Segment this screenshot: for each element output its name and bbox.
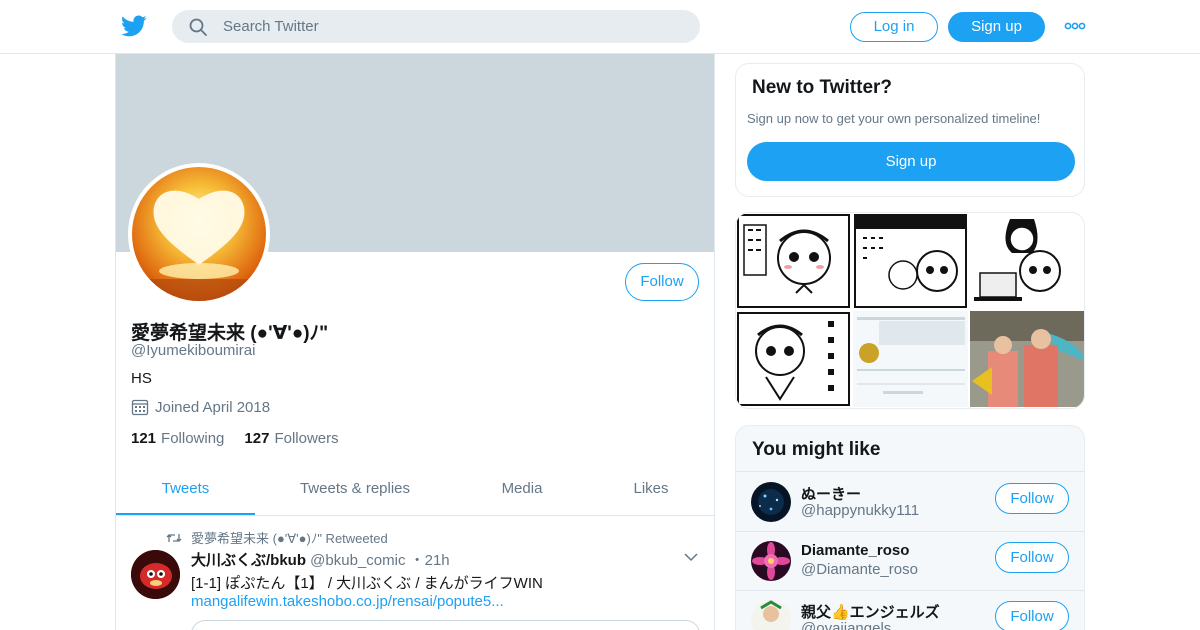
you-might-like-panel: You might like ぬーきー @happynukky111 Follo… — [735, 425, 1085, 630]
suggested-user[interactable]: 親父👍エンジェルズ @oyajiangels Follow — [736, 590, 1084, 630]
profile-column: Follow 愛夢希望未来 (●'∀'●)ﾉ" @Iyumekiboumirai… — [115, 54, 715, 630]
suggested-user[interactable]: ぬーきー @happynukky111 Follow — [736, 472, 1084, 531]
calendar-icon — [131, 399, 149, 416]
retweet-indicator: 愛夢希望未来 (●'∀'●)ﾉ" Retweeted — [166, 528, 388, 547]
search-input[interactable]: Search Twitter — [172, 10, 700, 43]
follow-button[interactable]: Follow — [625, 263, 699, 301]
more-dots-icon[interactable] — [1064, 20, 1086, 32]
new-to-twitter-title: New to Twitter? — [752, 77, 893, 98]
tab-tweets[interactable]: Tweets — [116, 467, 255, 515]
tab-likes[interactable]: Likes — [616, 467, 686, 515]
login-button[interactable]: Log in — [850, 12, 938, 42]
suggested-user-handle[interactable]: @Diamante_roso — [801, 561, 918, 578]
suggested-user[interactable]: Diamante_roso @Diamante_roso Follow — [736, 531, 1084, 590]
profile-tabs: Tweets Tweets & replies Media Likes — [116, 467, 714, 516]
twitter-bird-icon[interactable] — [120, 13, 148, 39]
suggested-follow-button[interactable]: Follow — [995, 542, 1069, 573]
followers-label: Followers — [274, 430, 339, 447]
profile-name: 愛夢希望未来 (●'∀'●)ﾉ" — [131, 323, 329, 344]
search-placeholder: Search Twitter — [223, 18, 319, 35]
media-thumb[interactable] — [970, 213, 1084, 309]
followers-stat[interactable]: 127 Followers — [244, 430, 338, 447]
tweet-author-name[interactable]: 大川ぶくぶ/bkub — [191, 552, 306, 569]
suggested-user-name[interactable]: 親父👍エンジェルズ — [801, 601, 940, 622]
new-to-twitter-desc: Sign up now to get your own personalized… — [747, 111, 1041, 126]
suggested-user-handle[interactable]: @oyajiangels — [801, 620, 891, 630]
media-thumb[interactable] — [736, 213, 851, 309]
tab-media[interactable]: Media — [486, 467, 558, 515]
tweet-link-card[interactable] — [191, 620, 700, 630]
tweet-author-handle[interactable]: @bkub_comic — [310, 552, 405, 569]
suggested-follow-button[interactable]: Follow — [995, 483, 1069, 514]
tweet-time[interactable]: ・21h — [410, 552, 450, 569]
following-label: Following — [161, 430, 225, 447]
suggested-user-avatar[interactable] — [751, 600, 791, 630]
suggested-user-avatar[interactable] — [751, 541, 791, 581]
media-thumb[interactable] — [970, 311, 1084, 407]
tweet-author-avatar[interactable] — [131, 550, 180, 599]
suggested-user-name[interactable]: ぬーきー — [801, 483, 861, 504]
suggested-follow-button[interactable]: Follow — [995, 601, 1069, 630]
following-count: 121 — [131, 430, 157, 447]
media-thumb[interactable] — [853, 213, 968, 309]
tweet-link[interactable]: mangalifewin.takeshobo.co.jp/rensai/popu… — [191, 593, 504, 610]
new-to-twitter-card: New to Twitter? Sign up now to get your … — [735, 63, 1085, 197]
suggested-user-name[interactable]: Diamante_roso — [801, 542, 909, 559]
you-might-like-title: You might like — [752, 439, 881, 460]
sidebar-signup-button[interactable]: Sign up — [747, 142, 1075, 181]
profile-joined-date: Joined April 2018 — [131, 398, 270, 416]
joined-text: Joined April 2018 — [155, 398, 271, 416]
profile-bio: HS — [131, 370, 152, 387]
search-icon — [189, 18, 207, 36]
suggested-user-avatar[interactable] — [751, 482, 791, 522]
signup-button[interactable]: Sign up — [948, 12, 1045, 42]
retweet-icon — [166, 533, 182, 542]
tweet-header: 大川ぶくぶ/bkub @bkub_comic ・21h — [191, 549, 450, 570]
retweet-text: 愛夢希望未来 (●'∀'●)ﾉ" Retweeted — [191, 531, 388, 546]
top-nav-bar: Search Twitter Log in Sign up — [0, 0, 1200, 54]
followers-count: 127 — [244, 430, 270, 447]
profile-stats: 121 Following 127 Followers — [131, 430, 359, 447]
tab-tweets-replies[interactable]: Tweets & replies — [281, 467, 429, 515]
media-thumb[interactable] — [853, 311, 968, 407]
tweet-text: [1-1] ぽぷたん【1】 / 大川ぶくぶ / まんがライフWIN — [191, 575, 543, 592]
heart-sunset-image — [132, 167, 266, 301]
following-stat[interactable]: 121 Following — [131, 430, 224, 447]
media-grid — [735, 212, 1085, 409]
profile-avatar[interactable] — [128, 163, 270, 305]
media-thumb[interactable] — [736, 311, 851, 407]
profile-handle: @Iyumekiboumirai — [131, 342, 256, 359]
suggested-user-handle[interactable]: @happynukky111 — [801, 502, 919, 519]
chevron-down-icon[interactable] — [684, 552, 698, 562]
